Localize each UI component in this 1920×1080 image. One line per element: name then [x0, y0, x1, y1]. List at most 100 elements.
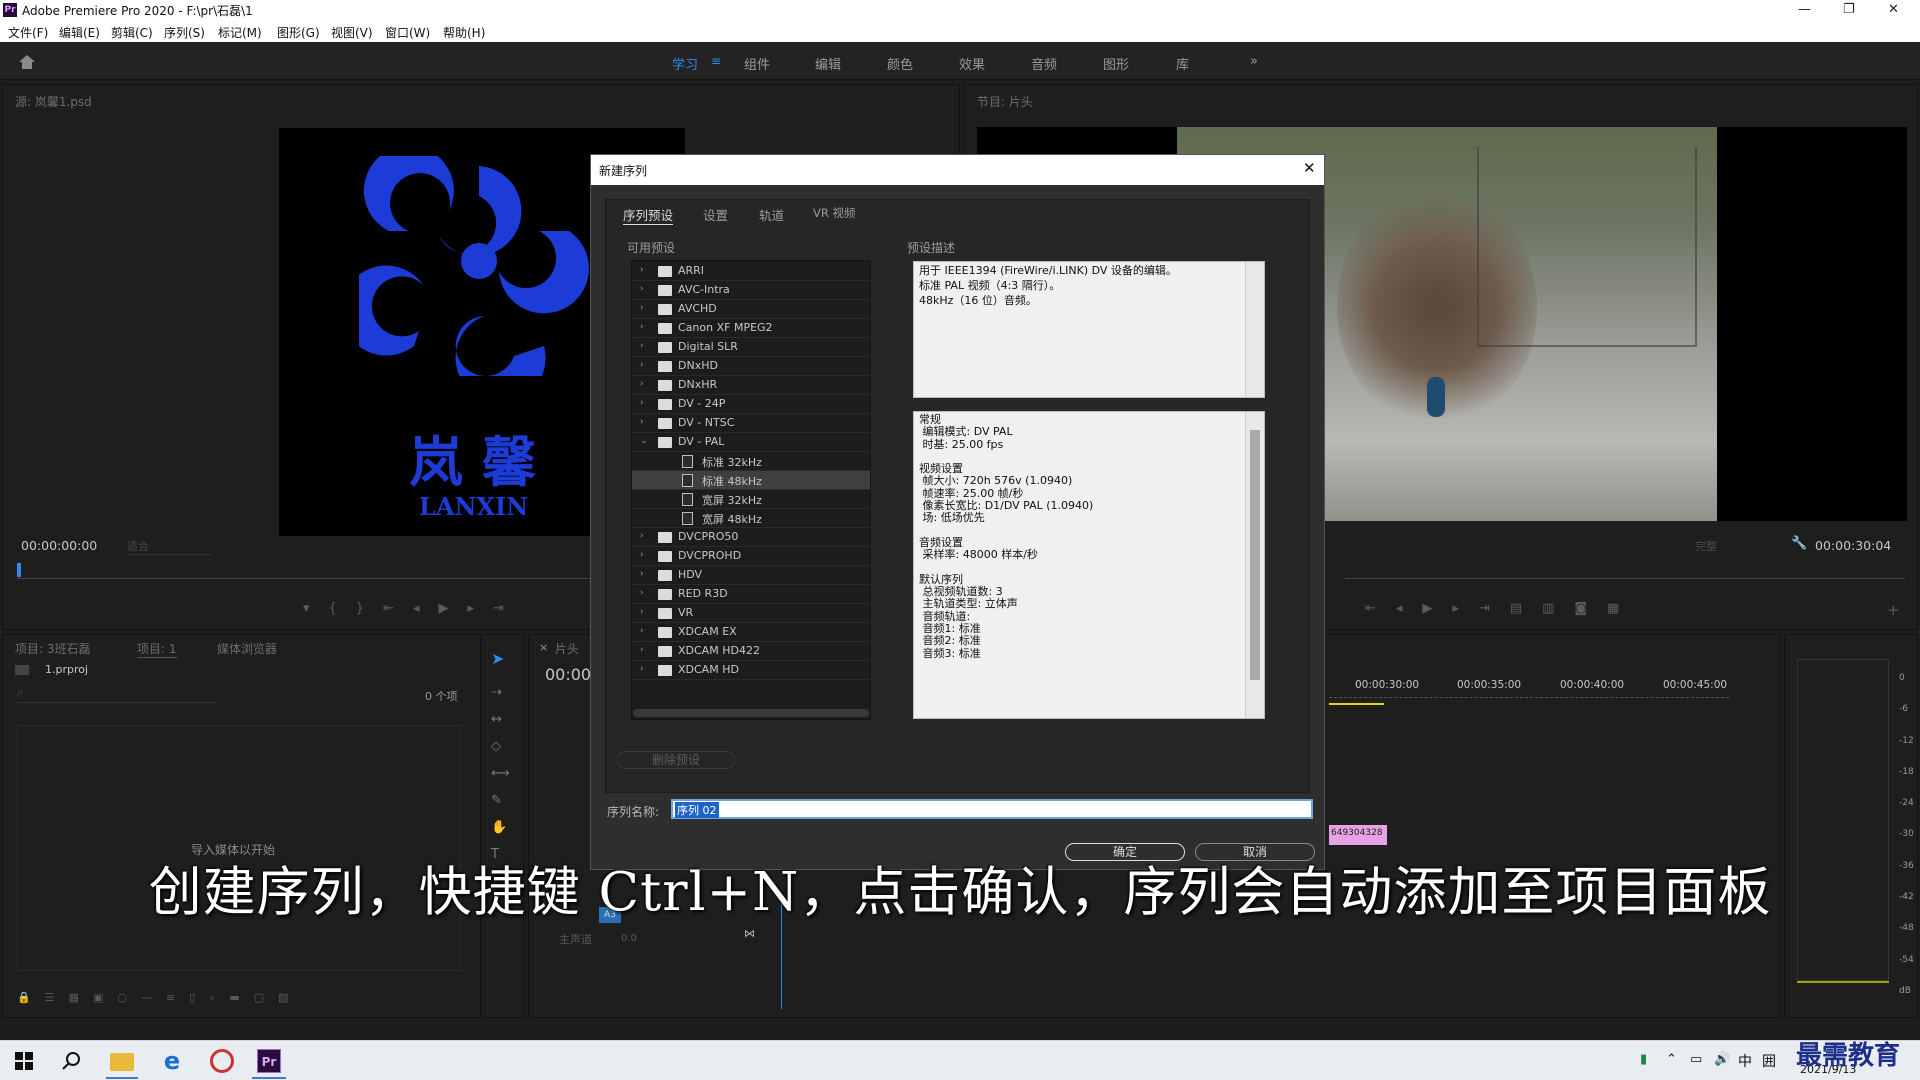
file-explorer-icon[interactable] — [110, 1053, 134, 1071]
workspace-tab-color[interactable]: 颜色 — [887, 54, 913, 73]
preset-folder[interactable]: › DV - NTSC — [632, 414, 870, 433]
timeline-ruler-ticks[interactable] — [1329, 697, 1729, 705]
dialog-close-icon[interactable]: ✕ — [1303, 159, 1316, 177]
project-bottom-toolbar[interactable]: 🔒☰▦▣○—≡▯⌕▬▢▨ — [17, 991, 303, 1005]
tab-settings[interactable]: 设置 — [703, 205, 728, 224]
tray-expand-icon[interactable]: ⌃ — [1666, 1052, 1677, 1067]
sequence-name-input[interactable]: 序列 02 — [671, 799, 1313, 819]
menu-edit[interactable]: 编辑(E) — [59, 24, 100, 41]
preset-folder[interactable]: › DVCPRO50 — [632, 528, 870, 547]
tray-app-icon[interactable]: ▮ — [1640, 1052, 1647, 1067]
menu-window[interactable]: 窗口(W) — [385, 24, 430, 41]
menu-clip[interactable]: 剪辑(C) — [111, 24, 153, 41]
preset-folder[interactable]: › DVCPROHD — [632, 547, 870, 566]
workspace-tab-libraries[interactable]: 库 — [1176, 54, 1189, 73]
chevron-right-icon[interactable]: › — [640, 417, 644, 427]
chevron-right-icon[interactable]: › — [640, 626, 644, 636]
search-icon[interactable] — [60, 1049, 84, 1073]
chevron-right-icon[interactable]: › — [640, 607, 644, 617]
app-icon[interactable] — [210, 1049, 234, 1073]
project-tab-1[interactable]: 项目: 1 — [137, 640, 177, 658]
preset-folder[interactable]: › AVCHD — [632, 300, 870, 319]
windows-start-icon[interactable] — [12, 1049, 36, 1073]
menu-file[interactable]: 文件(F) — [8, 24, 48, 41]
description-scrollbar[interactable] — [1245, 262, 1264, 397]
preset-folder[interactable]: › RED R3D — [632, 585, 870, 604]
home-icon[interactable] — [18, 54, 36, 70]
workspace-tab-effects[interactable]: 效果 — [959, 54, 985, 73]
chevron-right-icon[interactable]: › — [640, 398, 644, 408]
tab-sequence-presets[interactable]: 序列预设 — [623, 205, 674, 225]
minimize-icon[interactable]: — — [1798, 2, 1811, 17]
details-scrollbar[interactable] — [1245, 412, 1264, 718]
workspace-tab-graphics[interactable]: 图形 — [1103, 54, 1129, 73]
project-tab-3ban[interactable]: 项目: 3班石磊 — [15, 640, 91, 657]
source-timecode[interactable]: 00:00:00:00 — [21, 538, 97, 553]
chevron-right-icon[interactable]: › — [640, 379, 644, 389]
program-time-ruler[interactable] — [1345, 559, 1905, 579]
chevron-right-icon[interactable]: › — [640, 569, 644, 579]
program-timecode[interactable]: 00:00:30:04 — [1815, 538, 1891, 553]
chevron-right-icon[interactable]: › — [640, 588, 644, 598]
menu-sequence[interactable]: 序列(S) — [164, 24, 205, 41]
workspace-tab-editing[interactable]: 编辑 — [815, 54, 841, 73]
preset-folder[interactable]: › Digital SLR — [632, 338, 870, 357]
media-browser-tab[interactable]: 媒体浏览器 — [217, 640, 277, 657]
timeline-timecode[interactable]: 00:00 — [545, 665, 591, 684]
chevron-down-icon[interactable]: ⌄ — [640, 436, 648, 446]
close-sequence-icon[interactable]: × — [539, 641, 548, 654]
preset-folder[interactable]: › DNxHR — [632, 376, 870, 395]
chevron-right-icon[interactable]: › — [640, 284, 644, 294]
presets-horizontal-scrollbar[interactable] — [633, 709, 869, 717]
preset-item[interactable]: 宽屏 32kHz — [632, 490, 870, 509]
timeline-tab[interactable]: 片头 — [555, 640, 579, 657]
restore-icon[interactable]: ❐ — [1843, 2, 1855, 17]
work-area-bar[interactable] — [1329, 703, 1384, 705]
preset-folder[interactable]: › Canon XF MPEG2 — [632, 319, 870, 338]
preset-item[interactable]: 标准 32kHz — [632, 452, 870, 471]
preset-folder[interactable]: › DV - 24P — [632, 395, 870, 414]
project-search-input[interactable]: ⌕ — [17, 685, 217, 703]
fit-dropdown[interactable]: 适合 — [127, 538, 211, 555]
chevron-right-icon[interactable]: › — [640, 550, 644, 560]
preset-folder[interactable]: › ARRI — [632, 262, 870, 281]
delete-preset-button[interactable]: 删除预设 — [617, 751, 735, 769]
workspace-tab-audio[interactable]: 音频 — [1031, 54, 1057, 73]
program-transport-controls[interactable]: ⇤◂▶▸⇥▤▥◙▦ — [1365, 601, 1639, 616]
workspace-menu-icon[interactable]: ≡ — [711, 54, 721, 68]
details-scroll-thumb[interactable] — [1250, 430, 1260, 680]
preset-item[interactable]: 宽屏 48kHz — [632, 509, 870, 528]
premiere-taskbar-icon[interactable]: Pr — [257, 1049, 281, 1073]
workspace-tab-assembly[interactable]: 组件 — [744, 54, 770, 73]
network-icon[interactable]: ▭ — [1690, 1052, 1702, 1067]
chevron-right-icon[interactable]: › — [640, 664, 644, 674]
preset-folder[interactable]: › XDCAM EX — [632, 623, 870, 642]
chevron-right-icon[interactable]: › — [640, 322, 644, 332]
ime-indicator[interactable]: 中 — [1738, 1051, 1752, 1071]
master-track-value[interactable]: 0.0 — [621, 933, 637, 944]
preset-folder[interactable]: › XDCAM HD422 — [632, 642, 870, 661]
timeline-clip[interactable]: 649304328 — [1329, 825, 1387, 845]
source-time-ruler[interactable] — [17, 559, 591, 579]
chevron-right-icon[interactable]: › — [640, 303, 644, 313]
preset-item[interactable]: 标准 48kHz — [632, 471, 870, 490]
workspace-tab-learning[interactable]: 学习 — [672, 54, 698, 73]
tab-tracks[interactable]: 轨道 — [759, 205, 784, 224]
chevron-right-icon[interactable]: › — [640, 360, 644, 370]
tab-vr-video[interactable]: VR 视频 — [813, 205, 856, 221]
preset-folder[interactable]: › DNxHD — [632, 357, 870, 376]
quality-dropdown[interactable]: 完整 — [1695, 538, 1717, 554]
chevron-right-icon[interactable]: › — [640, 341, 644, 351]
edge-browser-icon[interactable]: e — [160, 1049, 184, 1073]
selection-tool-icon[interactable]: ➤ — [491, 649, 504, 668]
wrench-icon[interactable]: 🔧 — [1791, 536, 1807, 551]
preset-folder[interactable]: ⌄ DV - PAL — [632, 433, 870, 452]
preset-folder[interactable]: › HDV — [632, 566, 870, 585]
more-workspaces-icon[interactable]: » — [1250, 54, 1258, 69]
add-button-icon[interactable]: + — [1887, 601, 1900, 619]
program-panel-title[interactable]: 节目: 片头 — [977, 93, 1033, 110]
preset-folder[interactable]: › VR — [632, 604, 870, 623]
close-window-icon[interactable]: ✕ — [1888, 2, 1899, 17]
preset-folder[interactable]: › AVC-Intra — [632, 281, 870, 300]
source-transport-controls[interactable]: ▾{}⇤◂▶▸⇥ — [303, 601, 523, 616]
